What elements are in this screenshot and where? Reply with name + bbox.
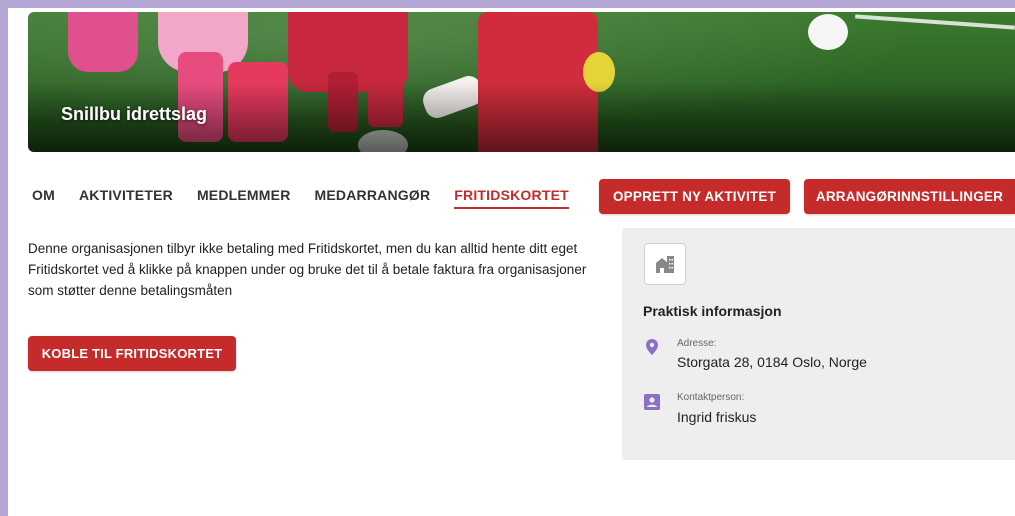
tab-aktiviteter[interactable]: AKTIVITETER [79, 187, 173, 209]
organization-logo [644, 243, 686, 285]
tab-medarrangor[interactable]: MEDARRANGØR [315, 187, 431, 209]
address-label: Adresse: [677, 338, 717, 349]
connect-fritidskortet-button[interactable]: KOBLE TIL FRITIDSKORTET [28, 336, 236, 371]
tab-om[interactable]: OM [32, 187, 55, 209]
window-frame-left [0, 0, 8, 516]
fritidskortet-description: Denne organisasjonen tilbyr ikke betalin… [28, 241, 587, 298]
tab-fritidskortet[interactable]: FRITIDSKORTET [454, 187, 569, 209]
hero-banner: Snillbu idrettslag [28, 12, 1015, 152]
tab-medlemmer[interactable]: MEDLEMMER [197, 187, 291, 209]
contact-label: Kontaktperson: [677, 392, 745, 403]
create-activity-button[interactable]: OPPRETT NY AKTIVITET [599, 179, 790, 214]
contact-card-icon [643, 393, 661, 411]
organizer-settings-button[interactable]: ARRANGØRINNSTILLINGER [804, 179, 1015, 214]
practical-info-panel: Praktisk informasjon Adresse: Storgata 2… [622, 228, 1015, 460]
organization-name: Snillbu idrettslag [61, 104, 208, 124]
organization-tabs: OM AKTIVITETER MEDLEMMER MEDARRANGØR FRI… [32, 187, 593, 209]
location-pin-icon [643, 338, 661, 356]
window-frame-top [0, 0, 1015, 8]
building-icon [656, 256, 674, 273]
address-value: Storgata 28, 0184 Oslo, Norge [677, 354, 867, 370]
practical-info-title: Praktisk informasjon [643, 303, 782, 319]
contact-value: Ingrid friskus [677, 409, 757, 425]
